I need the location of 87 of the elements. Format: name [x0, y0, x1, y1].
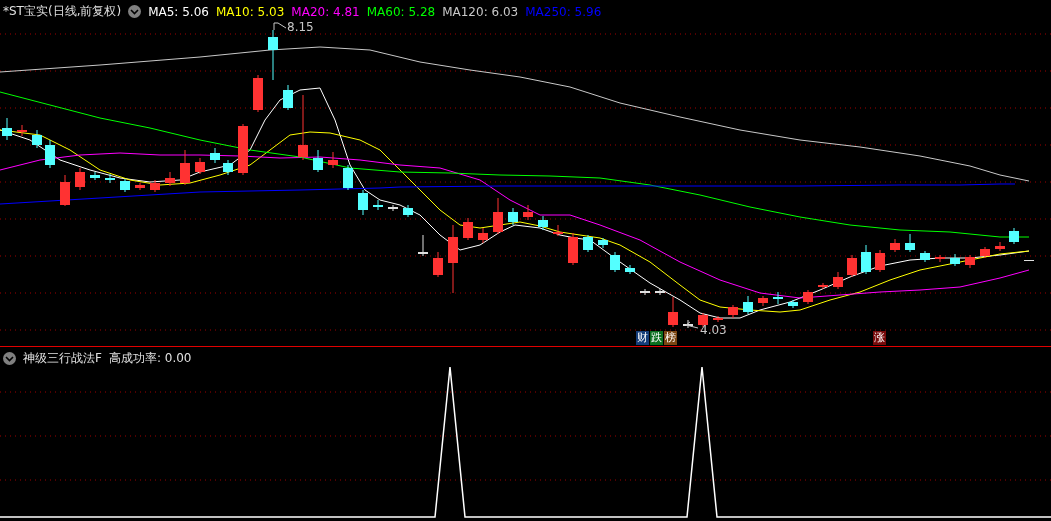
- candlestick: [1024, 259, 1034, 262]
- candlestick: [803, 289, 813, 305]
- candlestick: [17, 124, 27, 137]
- candlestick: [523, 204, 533, 221]
- candlestick: [418, 234, 428, 257]
- event-badge[interactable]: 跌: [650, 331, 663, 345]
- moving-average-readout: MA20: 4.81: [291, 4, 360, 19]
- candlestick: [433, 251, 443, 278]
- candlestick: [165, 171, 175, 187]
- candlestick: [313, 149, 323, 173]
- moving-average-readout: MA5: 5.06: [148, 4, 209, 19]
- candlestick: [1009, 227, 1019, 245]
- candlestick: [668, 296, 678, 328]
- candlestick: [328, 151, 338, 169]
- candlestick: [508, 207, 518, 226]
- moving-average-readout: MA60: 5.28: [366, 4, 436, 19]
- candlestick: [135, 182, 145, 191]
- candlestick: [583, 234, 593, 253]
- indicator-title: 神级三行战法F: [23, 350, 102, 367]
- candlestick: [253, 74, 263, 113]
- candlestick: [223, 159, 233, 176]
- candlestick: [568, 232, 578, 266]
- candlestick: [403, 204, 413, 218]
- moving-average-readout: MA10: 5.03: [215, 4, 285, 19]
- candlestick: [818, 282, 828, 290]
- candlestick: [150, 179, 160, 193]
- moving-average-readout: MA120: 6.03: [442, 4, 519, 19]
- candlestick: [640, 288, 650, 296]
- candlestick: [448, 224, 458, 294]
- candlestick: [32, 129, 42, 149]
- candlestick: [105, 173, 115, 184]
- candlestick: [833, 271, 843, 290]
- price-label: 4.03: [700, 323, 727, 337]
- event-badge[interactable]: 榜: [664, 331, 677, 345]
- candlestick: [655, 288, 665, 296]
- candlestick: [625, 264, 635, 275]
- candlestick: [610, 251, 620, 273]
- candlestick: [905, 233, 915, 253]
- event-badge[interactable]: 财: [636, 331, 649, 345]
- candlestick: [598, 237, 608, 249]
- candlestick: [493, 197, 503, 235]
- low-pointer-icon: [685, 321, 699, 329]
- candlestick: [980, 246, 990, 259]
- dropdown-icon[interactable]: [128, 5, 142, 18]
- candlestick: [728, 304, 738, 319]
- candlestick: [45, 139, 55, 169]
- indicator-readout: 高成功率: 0.00: [108, 350, 192, 367]
- price-label: 8.15: [287, 20, 314, 34]
- candlestick: [268, 29, 278, 81]
- candlestick: [75, 167, 85, 191]
- candlestick: [788, 299, 798, 309]
- candlestick: [60, 174, 70, 207]
- candlestick: [463, 217, 473, 241]
- candlestick: [743, 295, 753, 315]
- candlestick: [847, 254, 857, 278]
- candlestick: [995, 241, 1005, 252]
- candlestick: [180, 149, 190, 186]
- candlestick: [935, 254, 945, 263]
- moving-average-readout: MA250: 5.96: [525, 4, 602, 19]
- candlestick: [773, 291, 783, 305]
- candlestick: [210, 147, 220, 164]
- candlestick: [298, 94, 308, 161]
- candlestick: [120, 178, 130, 193]
- candlestick: [890, 238, 900, 253]
- candlestick: [538, 215, 548, 231]
- candlestick: [553, 224, 563, 237]
- candlestick: [875, 249, 885, 273]
- candlestick: [90, 171, 100, 181]
- candlestick: [358, 189, 368, 216]
- candlestick: [950, 253, 960, 267]
- candlestick: [758, 295, 768, 307]
- event-badge[interactable]: 涨: [873, 331, 886, 345]
- candlestick: [238, 123, 248, 176]
- candlestick: [2, 117, 12, 141]
- candlestick: [195, 157, 205, 175]
- dropdown-icon[interactable]: [3, 352, 16, 365]
- candlestick: [683, 319, 693, 329]
- candlestick: [861, 244, 871, 275]
- candlestick: [343, 164, 353, 191]
- candlestick: [388, 204, 398, 212]
- candlestick: [478, 227, 488, 244]
- stock-title: *ST宝实(日线,前复权): [3, 3, 122, 20]
- candlestick: [965, 254, 975, 269]
- candlestick: [713, 315, 723, 323]
- candlestick: [373, 199, 383, 211]
- candlestick: [283, 84, 293, 111]
- candlestick: [920, 250, 930, 263]
